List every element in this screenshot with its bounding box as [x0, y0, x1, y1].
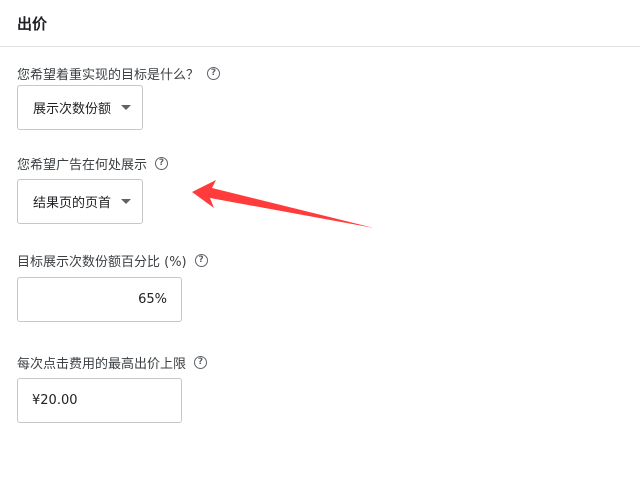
arrow-shape — [192, 180, 374, 228]
bidding-panel: 出价 您希望着重实现的目标是什么？ ? 展示次数份额 您希望广告在何处展示 ? … — [0, 0, 640, 479]
share-label-row: 目标展示次数份额百分比 (%) ? — [17, 251, 208, 270]
share-percent-value: 65% — [138, 292, 167, 307]
share-label: 目标展示次数份额百分比 (%) — [17, 255, 187, 270]
goal-dropdown-value: 展示次数份额 — [33, 102, 112, 117]
share-percent-input[interactable]: 65% — [17, 277, 182, 322]
location-label-row: 您希望广告在何处展示 ? — [17, 154, 169, 173]
help-icon[interactable]: ? — [155, 157, 169, 170]
panel-title: 出价 — [17, 15, 48, 33]
panel-header: 出价 — [0, 0, 640, 47]
location-dropdown[interactable]: 结果页的页首 — [17, 179, 143, 224]
max-cpc-value: ¥20.00 — [32, 393, 78, 408]
max-cpc-input[interactable]: ¥20.00 — [17, 378, 182, 423]
help-icon[interactable]: ? — [194, 254, 208, 267]
goal-label-row: 您希望着重实现的目标是什么？ ? — [17, 64, 221, 83]
goal-label: 您希望着重实现的目标是什么？ — [17, 68, 200, 83]
goal-dropdown[interactable]: 展示次数份额 — [17, 85, 143, 130]
location-dropdown-value: 结果页的页首 — [33, 196, 112, 211]
max-cpc-label-row: 每次点击费用的最高出价上限 ? — [17, 353, 208, 372]
location-label: 您希望广告在何处展示 — [17, 158, 148, 173]
help-icon[interactable]: ? — [194, 356, 208, 369]
chevron-down-icon — [121, 199, 132, 204]
chevron-down-icon — [121, 105, 132, 110]
help-icon[interactable]: ? — [207, 67, 221, 80]
max-cpc-label: 每次点击费用的最高出价上限 — [17, 357, 187, 372]
